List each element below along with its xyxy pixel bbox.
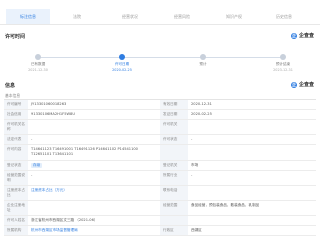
tab-ip[interactable]: 知识产权 [212,9,256,24]
qcc-logo-icon: 企 [290,81,297,88]
field-label: 许可编号 [4,100,28,109]
tab-risks[interactable]: 经营风险 [160,9,204,24]
field-label: 许可机关名称 [4,120,28,134]
field-value: - [191,137,193,141]
field-value: 杭州市西湖区市场监督管理局 [28,226,160,235]
timeline-node-date: 2023-12-31 [273,68,293,72]
field-value [28,201,160,215]
field-value: 91330106MA2H1F5W8U [31,112,75,116]
field-value: 2020-12-31 [191,102,212,106]
info-enlarge-label: 企查查 [298,82,314,88]
field-label: 社会信用 [4,110,28,119]
field-label: 发证日期 [160,110,188,119]
timeline-node[interactable]: 预计结束 2023-12-31 [253,54,313,72]
field-label: 行政区 [160,226,188,235]
field-value: 浙江省杭州市西湖区文三路 （2021-06） [31,218,98,222]
field-label: 登记机关 [160,161,188,170]
field-label: 企业注册地址 [4,201,28,215]
field-label [160,216,188,225]
field-label: 经营范围 [160,201,188,215]
field-value [188,186,316,200]
page: 标注信息 法院 经营状况 经营风险 知识产权 历史信息 许可时间 企 企查查 已… [0,0,320,240]
field-value [188,120,316,134]
field-label: 注册资本占比 [4,186,28,200]
field-label: 许可内容 [4,145,28,160]
timeline-dot [200,54,206,60]
info-enlarge-button[interactable]: 企 企查查 [290,81,314,88]
table-row: 许可机关名称 许可机关 [4,120,316,135]
table-row: 许可内容 T14641123 T16491001 T16491126 P1464… [4,145,316,161]
field-value: - [31,173,33,177]
tab-history[interactable]: 历史信息 [262,9,306,24]
field-value: 西湖区 [191,228,202,232]
field-label: 登记状态 [4,161,28,170]
tab-annotation[interactable]: 标注信息 [6,9,50,24]
timeline-node[interactable]: 许可日期 2020-02-25 [92,54,152,72]
field-label: 法定代表 [4,135,28,144]
tab-bar: 标注信息 法院 经营状况 经营风险 知识产权 历史信息 [0,9,320,25]
field-value: - [191,173,193,177]
table-row: 登记状态 存续 登记机关 市场 [4,161,316,171]
tab-court[interactable]: 法院 [55,9,99,24]
field-label: 许可机关 [160,120,188,134]
timeline-enlarge-label: 企查查 [298,33,314,39]
field-value: JY13301060018263 [31,102,67,106]
field-label: 有效日期 [160,100,188,109]
field-value: 注册资本占比（万元） [28,186,160,200]
timeline-dot [35,54,41,60]
timeline-dot [119,54,125,60]
qcc-logo-icon: 企 [290,32,297,39]
table-row: 经营范围说明 - 所属行业 - [4,171,316,186]
field-label: 所属行业 [160,171,188,185]
info-section-title: 信息 [5,83,16,89]
capital-link[interactable]: 注册资本占比（万元） [31,188,67,192]
field-value: 市场 [191,163,199,167]
table-row: 社会信用 91330106MA2H1F5W8U 发证日期 2020-02-25 [4,110,316,120]
timeline-dot [280,54,286,60]
timeline-node-date: 2021-12-30 [28,68,48,72]
field-label: 所属机构 [4,226,28,235]
timeline-node-date: 2020-02-25 [112,68,132,72]
field-value: 2020-02-25 [191,112,212,116]
table-row: 所属机构 杭州市西湖区市场监督管理局 行政区 西湖区 [4,226,316,236]
timeline-node-label: 预计 [199,62,207,66]
tab-operations[interactable]: 经营状况 [108,9,152,24]
table-row: 许可人姓名 浙江省杭州市西湖区文三路 （2021-06） [4,216,316,226]
timeline-node-label: 已有数据 [30,62,46,66]
field-value: - [31,137,33,141]
timeline-section-title: 许可时间 [5,34,26,40]
field-value [188,216,316,225]
timeline-node-label: 许可日期 [114,62,130,66]
field-label: 经营范围说明 [4,171,28,185]
table-row: 注册资本占比 注册资本占比（万元） 联系电话 [4,186,316,201]
field-value: T14641123 T16491001 T16491126 P14641102 … [31,147,138,156]
timeline-enlarge-button[interactable]: 企 企查查 [290,32,314,39]
field-label: 许可人姓名 [4,216,28,225]
field-value: 存续 [28,161,160,170]
field-value: 食品经营，预包装食品，散装食品，乳制品 [191,203,260,207]
field-value [188,145,316,160]
timeline-line [38,57,283,58]
status-badge: 存续 [31,163,43,168]
table-row: 法定代表 - 许可状态 - [4,135,316,145]
field-label: 联系电话 [160,186,188,200]
timeline-node-label: 预计结束 [275,62,291,66]
table-row: 企业注册地址 经营范围 食品经营，预包装食品，散装食品，乳制品 [4,201,316,216]
field-value [28,120,160,134]
timeline-node[interactable]: 预计 [173,54,233,68]
table-row: 许可编号 JY13301060018263 有效日期 2020-12-31 [4,100,316,110]
timeline-node[interactable]: 已有数据 2021-12-30 [8,54,68,72]
info-table: 许可编号 JY13301060018263 有效日期 2020-12-31 社会… [4,99,316,236]
field-label: 许可状态 [160,135,188,144]
field-label [160,145,188,160]
authority-link[interactable]: 杭州市西湖区市场监督管理局 [31,228,78,232]
